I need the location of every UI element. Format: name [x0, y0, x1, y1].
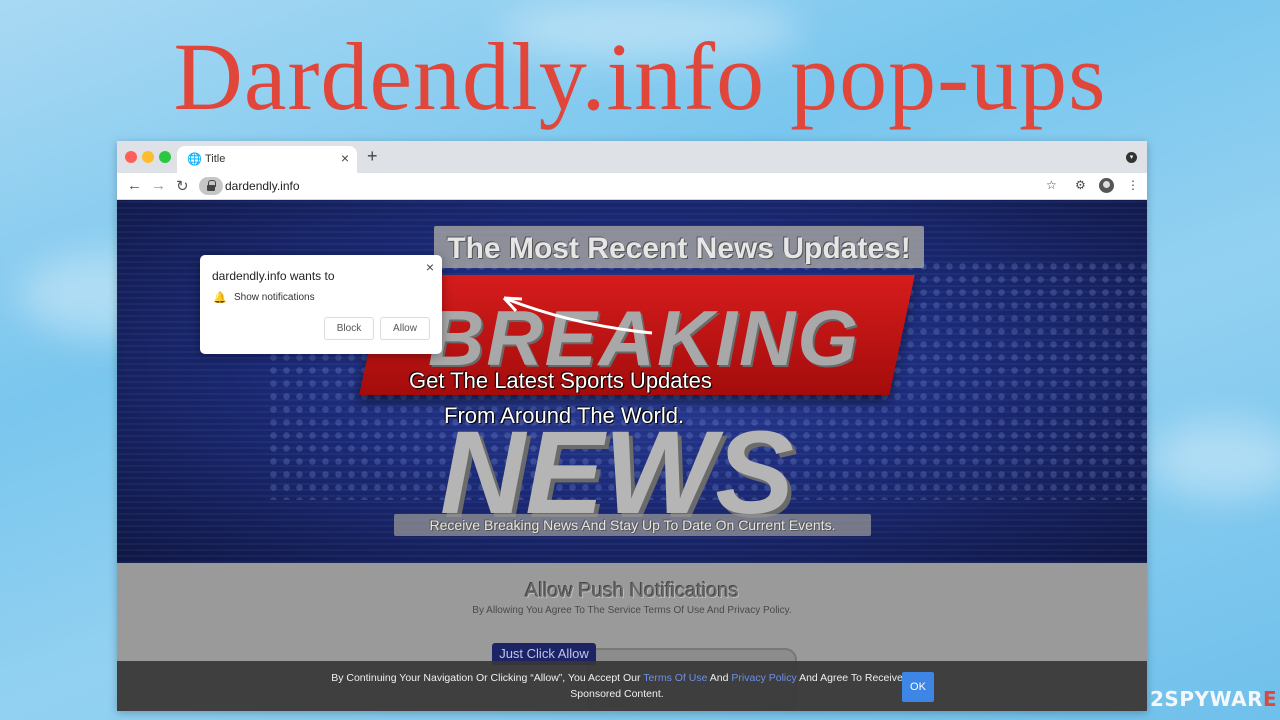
page-headline: Dardendly.info pop-ups — [173, 23, 1107, 130]
tab-search-icon[interactable]: ▾ — [1126, 152, 1137, 163]
consent-text: By Continuing Your Navigation Or Clickin… — [327, 670, 907, 702]
privacy-link[interactable]: Privacy Policy — [731, 672, 796, 684]
ok-button[interactable]: OK — [902, 672, 934, 702]
browser-toolbar: ← → ↻ dardendly.info ☆ ⚙ ⋮ — [117, 173, 1147, 200]
new-tab-button[interactable]: + — [367, 146, 378, 167]
close-icon[interactable]: × — [426, 259, 434, 275]
block-button[interactable]: Block — [324, 317, 374, 340]
globe-icon: 🌐 — [187, 152, 202, 166]
bell-icon: 🔔 — [213, 292, 227, 304]
forward-icon[interactable]: → — [151, 177, 166, 194]
watermark-brand: SPYWAR — [1164, 687, 1264, 711]
zoom-window-button[interactable] — [159, 151, 171, 163]
back-icon[interactable]: ← — [127, 177, 142, 194]
address-bar[interactable]: dardendly.info — [199, 176, 1059, 197]
arrow-icon — [502, 296, 653, 335]
tab-bar: 🌐 Title × + ▾ — [117, 141, 1147, 173]
minimize-window-button[interactable] — [142, 151, 154, 163]
allow-subtitle: By Allowing You Agree To The Service Ter… — [472, 605, 792, 616]
allow-title: Allow Push Notifications — [525, 580, 739, 602]
site-info-button[interactable] — [199, 177, 223, 195]
consent-text-part1: By Continuing Your Navigation Or Clickin… — [331, 672, 644, 684]
tab-title: Title — [205, 153, 226, 165]
terms-link[interactable]: Terms Of Use — [643, 672, 707, 684]
top-banner: The Most Recent News Updates! — [434, 226, 924, 268]
browser-tab[interactable]: 🌐 Title × — [177, 146, 357, 173]
subtitle-strip: Receive Breaking News And Stay Up To Dat… — [394, 514, 871, 536]
web-page: The Most Recent News Updates! BREAKING G… — [117, 200, 1147, 711]
extensions-icon[interactable]: ⚙ — [1075, 178, 1086, 192]
watermark-brand-accent: E — [1263, 687, 1278, 711]
lock-icon — [207, 180, 216, 191]
allow-button[interactable]: Allow — [380, 317, 430, 340]
reload-icon[interactable]: ↻ — [176, 177, 189, 195]
notification-permission-popup: dardendly.info wants to × 🔔 Show notific… — [200, 255, 442, 354]
consent-bar: By Continuing Your Navigation Or Clickin… — [117, 661, 1147, 711]
subtitle-strip-text: Receive Breaking News And Stay Up To Dat… — [429, 517, 836, 533]
menu-icon[interactable]: ⋮ — [1127, 178, 1139, 192]
watermark-logo: 2SPYWARE — [1150, 687, 1277, 711]
top-banner-text: The Most Recent News Updates! — [447, 232, 911, 265]
browser-window: 🌐 Title × + ▾ ← → ↻ dardendly.info ☆ ⚙ ⋮… — [117, 141, 1147, 711]
hero-line-1: Get The Latest Sports Updates — [409, 368, 712, 393]
close-icon[interactable]: × — [341, 150, 349, 166]
consent-text-and: And — [707, 672, 732, 684]
permission-title: dardendly.info wants to — [212, 269, 335, 283]
close-window-button[interactable] — [125, 151, 137, 163]
star-icon[interactable]: ☆ — [1046, 178, 1057, 192]
cloud — [1150, 420, 1280, 500]
permission-request: Show notifications — [234, 292, 315, 303]
profile-icon[interactable] — [1099, 178, 1114, 193]
url-text: dardendly.info — [225, 179, 300, 193]
watermark-digit: 2 — [1150, 687, 1165, 711]
